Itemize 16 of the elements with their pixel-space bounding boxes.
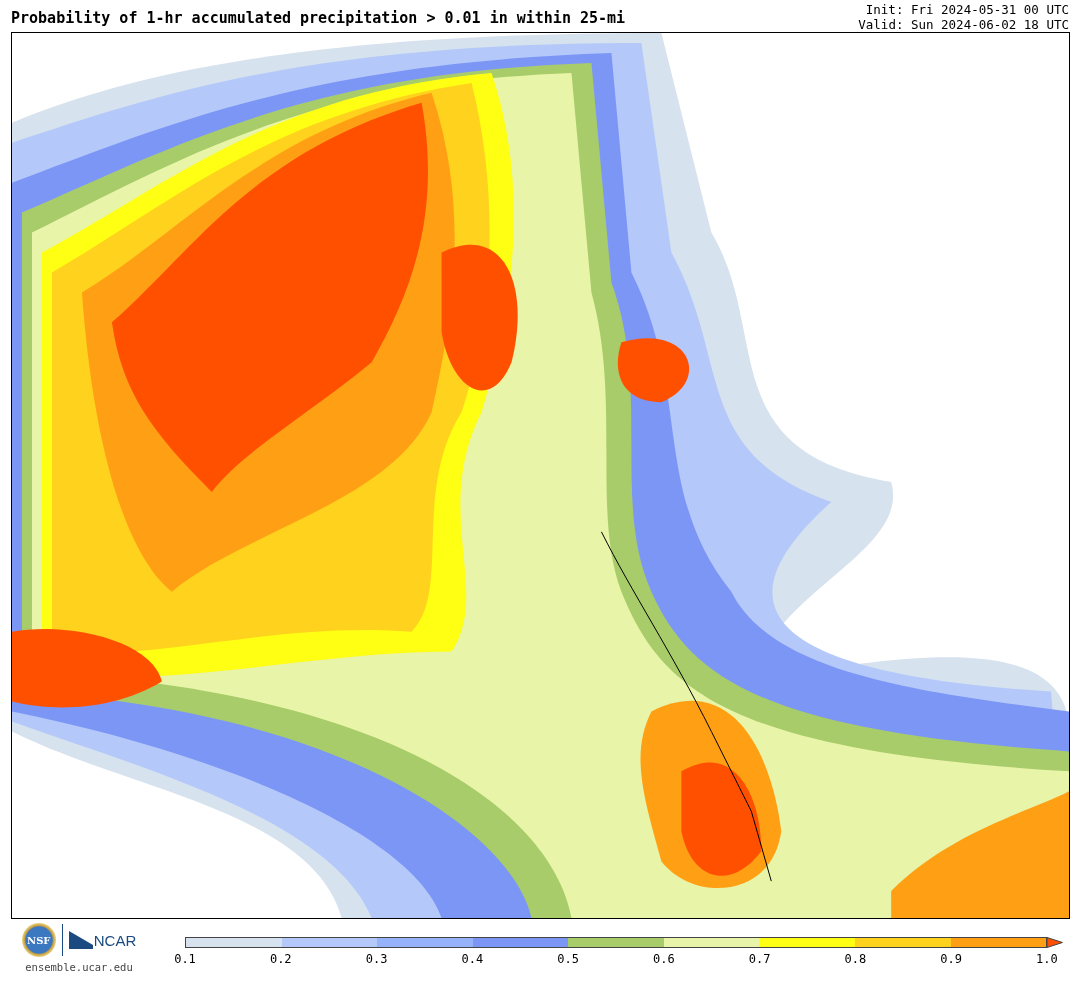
nsf-logo: NSF — [21, 923, 56, 957]
colorbar-tick-label: 0.8 — [843, 952, 868, 966]
colorbar-tick-label: 0.6 — [652, 952, 676, 966]
colorbar-tick-label: 0.9 — [939, 952, 963, 966]
colorbar-tick-label: 1.0 — [1035, 952, 1059, 966]
chart-title: Probability of 1-hr accumulated precipitation > 0.01 in within 25-mi — [11, 9, 626, 29]
colorbar-tick-label: 0.1 — [173, 952, 197, 966]
init-time: Init: Fri 2024-05-31 00 UTC — [865, 2, 1069, 17]
site-url: ensemble.ucar.edu — [25, 961, 133, 973]
colorbar-tick-label: 0.3 — [364, 952, 389, 966]
colorbar-tick-label: 0.2 — [268, 952, 293, 966]
colorbar-tick-label: 0.7 — [747, 952, 772, 966]
colorbar-tick-label: 0.4 — [460, 952, 485, 966]
valid-time: Valid: Sun 2024-06-02 18 UTC — [858, 17, 1069, 32]
colorbar-tick-label: 0.5 — [556, 952, 580, 966]
ncar-logo: NCAR — [93, 931, 137, 949]
